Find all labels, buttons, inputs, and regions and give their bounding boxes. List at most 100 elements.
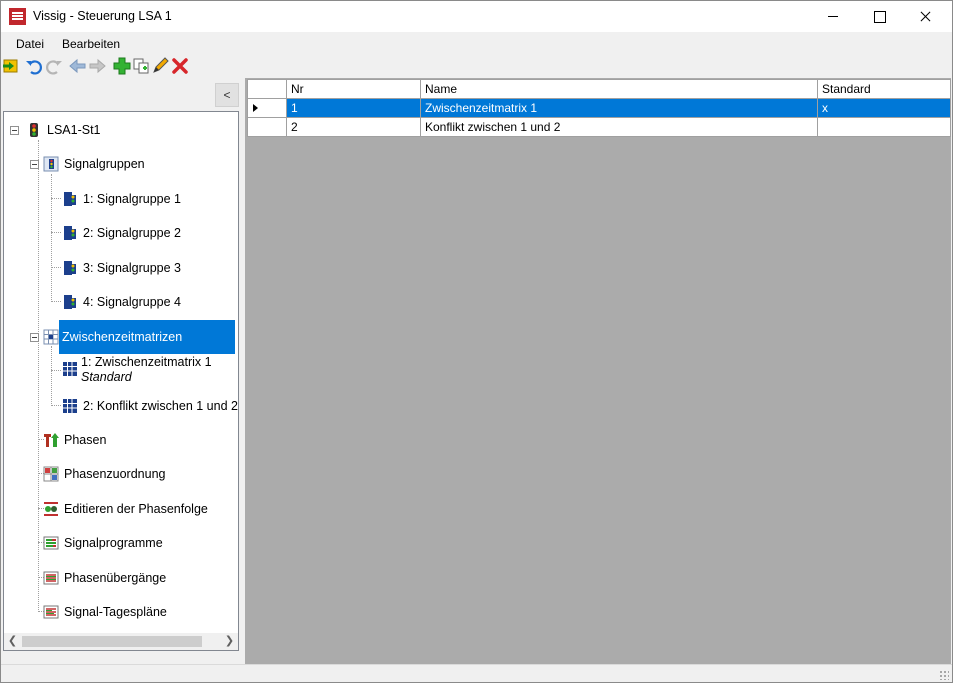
tree-node-zwischenzeitmatrix-2[interactable]: 2: Konflikt zwischen 1 und 2 <box>62 396 238 416</box>
tree-node-phasen[interactable]: Phasen <box>43 430 108 450</box>
horizontal-scrollbar[interactable]: ❮ ❯ <box>4 633 238 650</box>
signal-group-icon <box>62 225 78 241</box>
delete-icon[interactable] <box>171 57 189 75</box>
scroll-left-icon[interactable]: ❮ <box>4 633 21 650</box>
tree-node-label: Phasen <box>64 433 107 447</box>
tree-node-label: Editieren der Phasenfolge <box>64 502 208 516</box>
phase-sequence-icon <box>43 501 59 517</box>
tree-node-sublabel: Standard <box>81 370 132 384</box>
close-window-button[interactable] <box>902 1 948 32</box>
menu-bearbeiten[interactable]: Bearbeiten <box>62 37 120 51</box>
table-row[interactable]: 2 Konflikt zwischen 1 und 2 <box>247 117 951 137</box>
title-bar[interactable]: Vissig - Steuerung LSA 1 <box>1 1 952 32</box>
tree-connector <box>51 174 52 302</box>
tree-node-signalgruppe-3[interactable]: 3: Signalgruppe 3 <box>62 258 183 278</box>
tree-node-label: Signalgruppen <box>64 157 145 171</box>
tree-connector <box>51 405 61 406</box>
cell-nr[interactable]: 2 <box>286 117 421 137</box>
data-grid: Nr Name Standard 1 Zwischenzeitmatrix 1 … <box>247 79 951 137</box>
collapse-panel-button[interactable]: < <box>215 83 239 107</box>
tree-node-signalgruppe-1[interactable]: 1: Signalgruppe 1 <box>62 189 183 209</box>
tree-node-zwischenzeitmatrix-1[interactable]: 1: Zwischenzeitmatrix 1 Standard <box>62 355 212 385</box>
signal-group-icon <box>62 260 78 276</box>
tree-node-label: 3: Signalgruppe 3 <box>83 261 181 275</box>
tree-node-tagesplaene[interactable]: Signal-Tagespläne <box>43 602 169 622</box>
back-arrow-icon[interactable] <box>69 57 87 75</box>
tree-node-label: 2: Konflikt zwischen 1 und 2 <box>83 399 238 413</box>
tree-node-zwischenzeitmatrizen[interactable]: Zwischenzeitmatrizen <box>43 320 235 354</box>
column-header-nr[interactable]: Nr <box>286 79 421 99</box>
data-grid-area <box>245 78 951 664</box>
tree-node-label: 4: Signalgruppe 4 <box>83 295 181 309</box>
tree-node-signalprogramme[interactable]: Signalprogramme <box>43 533 165 553</box>
tree-node-label: LSA1-St1 <box>47 123 101 137</box>
add-icon[interactable] <box>113 57 131 75</box>
tree-node-signalgruppe-4[interactable]: 4: Signalgruppe 4 <box>62 292 183 312</box>
column-header-name[interactable]: Name <box>420 79 818 99</box>
tree-node-phasenfolge[interactable]: Editieren der Phasenfolge <box>43 499 210 519</box>
resize-grip-icon[interactable] <box>939 670 949 680</box>
cell-name[interactable]: Zwischenzeitmatrix 1 <box>420 98 818 118</box>
signal-group-icon <box>62 294 78 310</box>
undo-icon[interactable] <box>25 57 43 75</box>
menu-datei[interactable]: Datei <box>16 37 44 51</box>
signal-program-icon <box>43 535 59 551</box>
edit-pencil-icon[interactable] <box>151 57 169 75</box>
cell-standard[interactable]: x <box>817 98 951 118</box>
tree-node-label: Phasenübergänge <box>64 571 167 585</box>
matrices-icon <box>43 329 59 345</box>
collapse-toggle-root[interactable] <box>10 126 19 135</box>
daily-plan-icon <box>43 604 59 620</box>
row-header-corner <box>247 79 287 99</box>
tree-view[interactable]: LSA1-St1 Signalgruppen 1: Signalgruppe 1… <box>3 111 239 651</box>
maximize-button[interactable] <box>856 1 902 32</box>
copy-icon[interactable] <box>132 57 150 75</box>
signal-group-icon <box>62 191 78 207</box>
import-icon[interactable] <box>2 57 20 75</box>
toolbar <box>1 54 952 78</box>
menu-bar: Datei Bearbeiten <box>1 32 952 54</box>
vissig-app-icon[interactable] <box>9 8 26 25</box>
tree-connector <box>51 232 61 233</box>
grid-header-row: Nr Name Standard <box>247 79 951 99</box>
tree-node-phasenzuordnung[interactable]: Phasenzuordnung <box>43 464 167 484</box>
tree-node-signalgruppen[interactable]: Signalgruppen <box>43 154 147 174</box>
tree-node-label: 1: Zwischenzeitmatrix 1 <box>81 355 212 369</box>
matrix-icon <box>62 361 78 377</box>
window-title: Vissig - Steuerung LSA 1 <box>33 9 172 23</box>
scrollbar-thumb[interactable] <box>22 636 202 647</box>
tree-connector <box>51 267 61 268</box>
tree-node-label: Signal-Tagespläne <box>64 605 167 619</box>
table-row[interactable]: 1 Zwischenzeitmatrix 1 x <box>247 98 951 118</box>
tree-connector <box>51 198 61 199</box>
signal-groups-icon <box>43 156 59 172</box>
phases-icon <box>43 432 59 448</box>
tree-node-label: 2: Signalgruppe 2 <box>83 226 181 240</box>
tree-node-label: Zwischenzeitmatrizen <box>59 320 235 354</box>
status-bar <box>1 664 952 682</box>
traffic-light-icon <box>26 122 42 138</box>
cell-nr[interactable]: 1 <box>286 98 421 118</box>
collapse-toggle-signalgruppen[interactable] <box>30 160 39 169</box>
scroll-right-icon[interactable]: ❯ <box>221 633 238 650</box>
minimize-button[interactable] <box>810 1 856 32</box>
column-header-standard[interactable]: Standard <box>817 79 951 99</box>
tree-node-label: 1: Signalgruppe 1 <box>83 192 181 206</box>
row-header[interactable] <box>247 117 287 137</box>
tree-node-phasenuebergaenge[interactable]: Phasenübergänge <box>43 568 168 588</box>
cell-standard[interactable] <box>817 117 951 137</box>
collapse-toggle-zwischenzeitmatrizen[interactable] <box>30 333 39 342</box>
tree-connector <box>51 301 61 302</box>
tree-node-label: Phasenzuordnung <box>64 467 166 481</box>
cell-name[interactable]: Konflikt zwischen 1 und 2 <box>420 117 818 137</box>
tree-node-signalgruppe-2[interactable]: 2: Signalgruppe 2 <box>62 223 183 243</box>
row-header[interactable] <box>247 98 287 118</box>
tree-node-label: Signalprogramme <box>64 536 163 550</box>
tree-connector <box>51 370 61 371</box>
forward-arrow-icon[interactable] <box>88 57 106 75</box>
current-row-icon <box>253 104 258 112</box>
tree-node-lsa1-st1[interactable]: LSA1-St1 <box>26 120 103 140</box>
redo-icon[interactable] <box>45 57 63 75</box>
phase-assignment-icon <box>43 466 59 482</box>
matrix-icon <box>62 398 78 414</box>
